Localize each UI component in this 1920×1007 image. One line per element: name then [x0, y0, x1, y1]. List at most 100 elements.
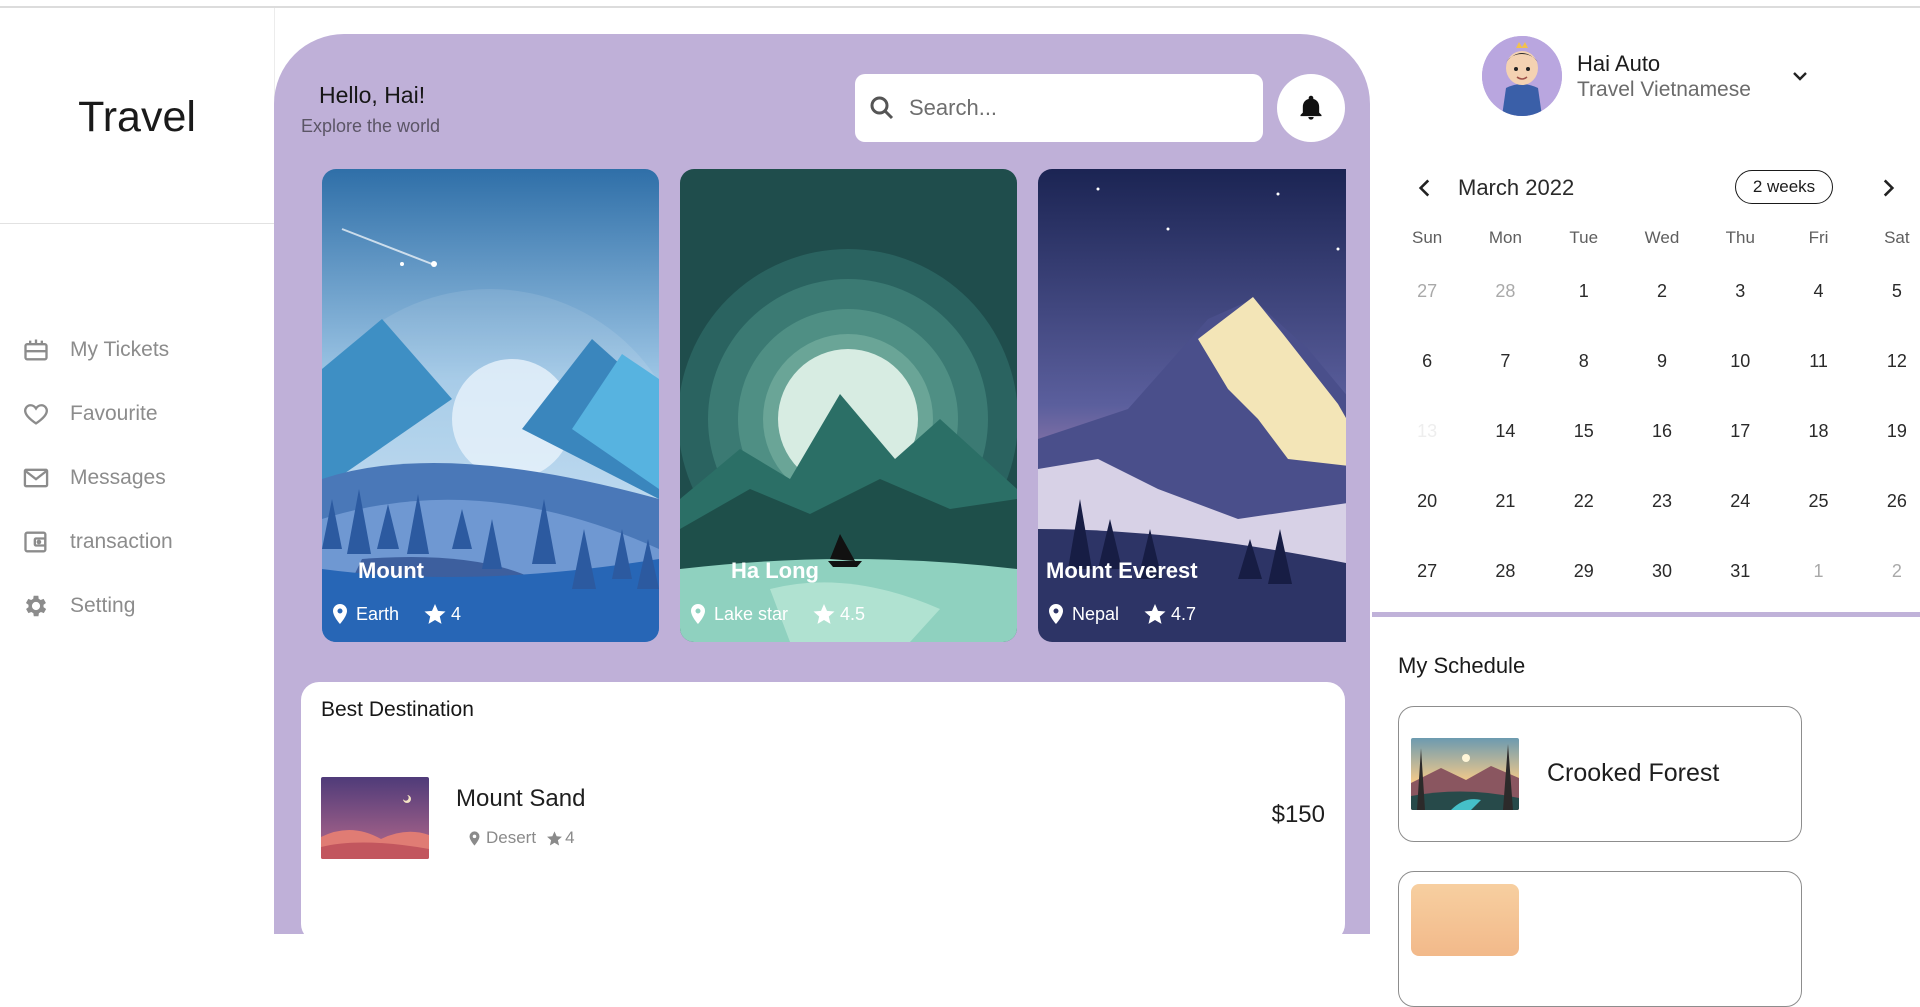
sidebar-item-label: Messages [70, 466, 166, 489]
app-brand: Travel [78, 93, 196, 141]
destination-meta: Desert 4 [466, 828, 575, 848]
gear-icon [25, 595, 47, 617]
sidebar-item-my-tickets[interactable]: My Tickets [22, 318, 173, 382]
calendar-day[interactable]: 19 [1858, 421, 1920, 442]
location-pin-icon [691, 604, 705, 624]
calendar-day[interactable]: 25 [1779, 491, 1857, 512]
ticket-icon [24, 339, 48, 361]
calendar-day[interactable]: 7 [1466, 351, 1544, 372]
calendar-day[interactable]: 13 [1388, 421, 1466, 442]
main-panel: Hello, Hai! Explore the world Search... … [274, 34, 1370, 942]
sidebar-nav: My Tickets Favourite Messages transactio… [22, 318, 173, 638]
chevron-down-icon[interactable] [1788, 64, 1812, 88]
destination-carousel[interactable]: Mount Earth 4 Ha Long Lake star 4.5 Moun… [322, 169, 1346, 642]
card-title: Mount [358, 558, 424, 583]
calendar-day[interactable]: 30 [1623, 561, 1701, 582]
calendar-weekdays: Sun Mon Tue Wed Thu Fri Sat [1388, 228, 1920, 256]
weekday-label: Tue [1569, 228, 1599, 247]
calendar-day[interactable]: 11 [1779, 351, 1857, 372]
weekday-label: Mon [1488, 228, 1522, 247]
destination-card[interactable]: Ha Long Lake star 4.5 [680, 169, 1017, 642]
calendar-day[interactable]: 9 [1623, 351, 1701, 372]
desert-illustration [321, 777, 429, 859]
calendar-day[interactable]: 27 [1388, 561, 1466, 582]
calendar-day[interactable]: 2 [1858, 561, 1920, 582]
calendar-day[interactable]: 17 [1701, 421, 1779, 442]
card-rating: 4.7 [1171, 603, 1197, 624]
sidebar-item-label: transaction [70, 530, 173, 553]
bell-icon [1300, 95, 1322, 120]
schedule-item-name: Crooked Forest [1547, 759, 1720, 787]
calendar-week: 27 28 29 30 31 1 2 [1388, 536, 1920, 606]
calendar-day[interactable]: 28 [1466, 561, 1544, 582]
destination-location: Desert [486, 828, 537, 847]
greeting-subtitle: Explore the world [301, 116, 441, 136]
calendar-day[interactable]: 10 [1701, 351, 1779, 372]
schedule-title: My Schedule [1398, 653, 1526, 678]
calendar-day[interactable]: 1 [1545, 281, 1623, 302]
sidebar-item-messages[interactable]: Messages [22, 446, 173, 510]
calendar-day[interactable]: 18 [1779, 421, 1857, 442]
destination-card[interactable]: Mount Earth 4 [322, 169, 659, 642]
calendar-divider [1372, 612, 1920, 617]
search-input[interactable] [907, 94, 1251, 122]
schedule-item[interactable]: Crooked Forest [1398, 706, 1802, 842]
destination-card[interactable]: Mount Everest Nepal 4.7 [1038, 169, 1346, 642]
calendar-day[interactable]: 16 [1623, 421, 1701, 442]
calendar-day[interactable]: 4 [1779, 281, 1857, 302]
calendar-day[interactable]: 6 [1388, 351, 1466, 372]
best-destination-title: Best Destination [321, 698, 474, 721]
chevron-right-icon[interactable] [1875, 175, 1901, 201]
calendar-day[interactable]: 12 [1858, 351, 1920, 372]
heart-icon [24, 404, 48, 425]
sidebar-item-setting[interactable]: Setting [22, 574, 173, 638]
calendar-day[interactable]: 5 [1858, 281, 1920, 302]
calendar-day[interactable]: 1 [1779, 561, 1857, 582]
card-meta: Lake star 4.5 [686, 602, 865, 626]
destination-rating: 4 [565, 828, 575, 847]
star-icon [424, 604, 446, 624]
calendar-view-toggle[interactable]: 2 weeks [1735, 170, 1833, 204]
wallet-icon [24, 531, 47, 553]
chevron-left-icon[interactable] [1412, 175, 1438, 201]
sidebar-item-favourite[interactable]: Favourite [22, 382, 173, 446]
calendar-day[interactable]: 23 [1623, 491, 1701, 512]
search-box[interactable] [855, 74, 1263, 142]
user-avatar-illustration [1482, 36, 1562, 116]
destination-thumbnail [321, 777, 429, 859]
weekday-label: Sun [1412, 228, 1443, 247]
sidebar-item-label: Favourite [70, 402, 158, 425]
avatar[interactable] [1482, 36, 1562, 116]
calendar-day[interactable]: 14 [1466, 421, 1544, 442]
calendar-day[interactable]: 31 [1701, 561, 1779, 582]
calendar-day[interactable]: 3 [1701, 281, 1779, 302]
calendar-day[interactable]: 20 [1388, 491, 1466, 512]
calendar-day[interactable]: 2 [1623, 281, 1701, 302]
calendar-day[interactable]: 27 [1388, 281, 1466, 302]
location-pin-icon [1049, 604, 1063, 624]
calendar-week: 13 14 15 16 17 18 19 [1388, 396, 1920, 466]
calendar-day[interactable]: 24 [1701, 491, 1779, 512]
calendar-day[interactable]: 22 [1545, 491, 1623, 512]
right-panel: Hai Auto Travel Vietnamese March 2022 2 … [1372, 8, 1920, 1007]
calendar-day[interactable]: 8 [1545, 351, 1623, 372]
schedule-item[interactable] [1398, 871, 1802, 1007]
notification-button[interactable] [1277, 74, 1345, 142]
card-location: Nepal [1072, 603, 1120, 624]
star-icon [1144, 604, 1166, 624]
weekday-label: Sat [1884, 228, 1910, 247]
weekday-label: Fri [1808, 228, 1829, 247]
sidebar-divider [0, 223, 274, 224]
calendar-day[interactable]: 29 [1545, 561, 1623, 582]
calendar-grid: Sun Mon Tue Wed Thu Fri Sat 27 28 1 2 3 … [1388, 228, 1920, 606]
calendar-day[interactable]: 21 [1466, 491, 1544, 512]
destination-row[interactable]: Mount Sand Desert 4 $150 [321, 777, 1325, 859]
sidebar-item-transaction[interactable]: transaction [22, 510, 173, 574]
calendar-day[interactable]: 28 [1466, 281, 1544, 302]
sidebar-item-label: My Tickets [70, 338, 170, 361]
calendar-day[interactable]: 15 [1545, 421, 1623, 442]
sidebar: Travel My Tickets Favourite Messages tra… [0, 8, 275, 920]
calendar-day[interactable]: 26 [1858, 491, 1920, 512]
weekday-label: Wed [1644, 228, 1680, 247]
star-icon [547, 830, 563, 846]
